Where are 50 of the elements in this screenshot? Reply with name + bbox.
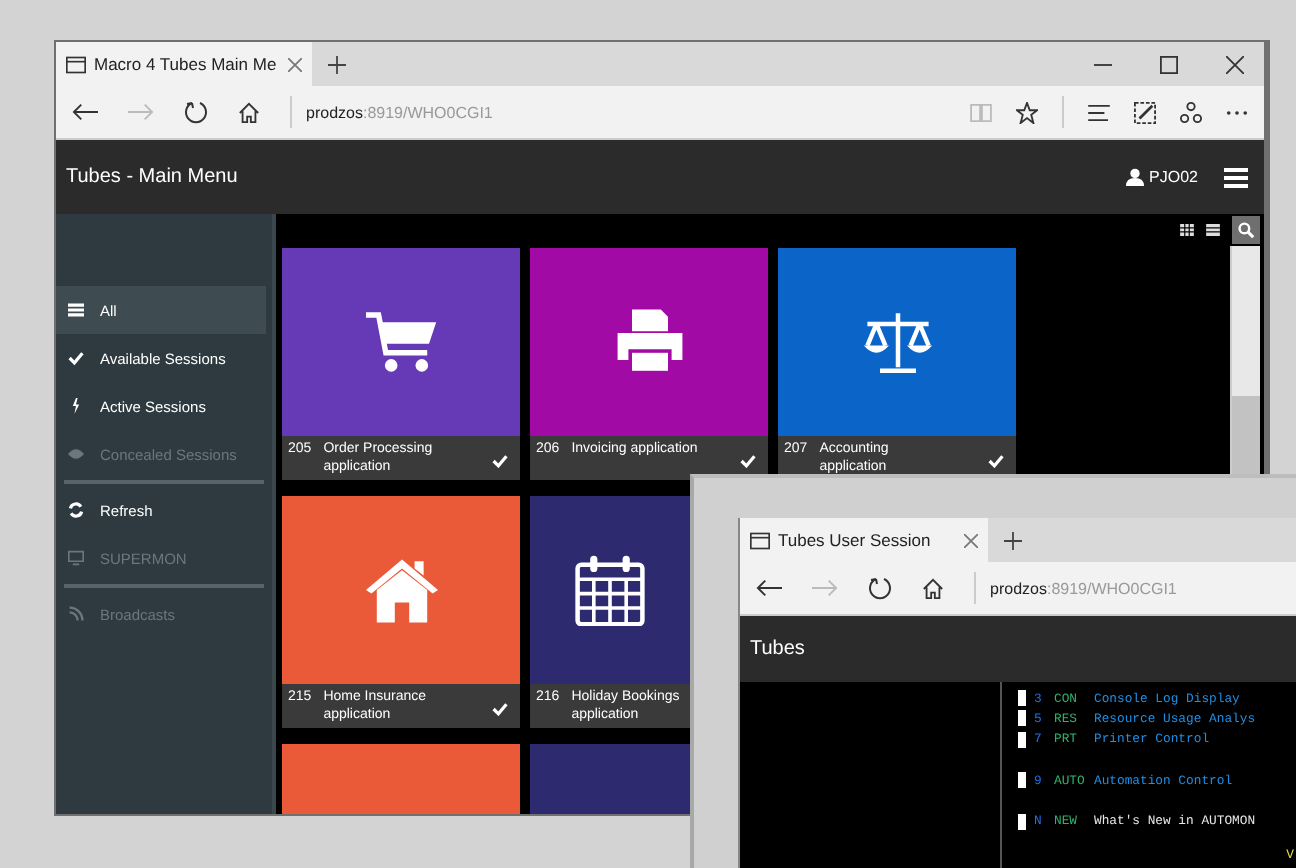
- pen-icon[interactable]: [1134, 101, 1156, 123]
- close-icon[interactable]: [1226, 55, 1244, 73]
- app-title: Tubes - Main Menu: [66, 166, 238, 188]
- star-icon[interactable]: [1016, 101, 1038, 123]
- tab-title: Tubes User Session: [778, 530, 933, 550]
- monitor-icon: [68, 550, 84, 566]
- hub-icon[interactable]: [1088, 103, 1110, 121]
- input-marker[interactable]: [1018, 731, 1026, 748]
- list-view-icon[interactable]: [1206, 224, 1220, 236]
- back-icon[interactable]: [72, 102, 98, 122]
- search-button[interactable]: [1232, 216, 1260, 244]
- app-title: Tubes: [750, 638, 805, 660]
- more-icon[interactable]: [1226, 109, 1248, 115]
- new-tab-icon[interactable]: [1004, 531, 1022, 549]
- refresh-icon: [68, 502, 84, 518]
- user-icon: [1125, 168, 1144, 186]
- feed-icon: [68, 606, 84, 622]
- calendar-icon: [574, 554, 646, 626]
- close-icon[interactable]: [964, 533, 978, 547]
- window-icon: [750, 531, 770, 549]
- address-field[interactable]: prodzos:8919/WHO0CGI1: [306, 103, 493, 121]
- share-icon[interactable]: [1180, 101, 1202, 123]
- refresh-icon[interactable]: [868, 576, 892, 600]
- check-icon: [68, 350, 84, 366]
- input-marker[interactable]: [1018, 772, 1026, 789]
- maximize-icon[interactable]: [1160, 55, 1178, 73]
- search-icon: [1238, 222, 1254, 238]
- window-icon: [66, 55, 86, 73]
- input-marker[interactable]: [1018, 813, 1026, 830]
- home-icon[interactable]: [238, 101, 260, 123]
- house-icon: [365, 554, 437, 626]
- home-icon[interactable]: [922, 577, 944, 599]
- browser-tab[interactable]: Macro 4 Tubes Main Me: [56, 42, 312, 86]
- input-marker[interactable]: [1018, 710, 1026, 727]
- close-icon[interactable]: [288, 57, 302, 71]
- bolt-icon: [68, 398, 84, 414]
- back-icon[interactable]: [756, 578, 782, 598]
- list-icon: [68, 302, 84, 318]
- browser-tab[interactable]: Tubes User Session: [740, 518, 988, 562]
- cart-icon: [365, 306, 437, 378]
- user-name[interactable]: PJO02: [1149, 168, 1198, 186]
- scrollbar[interactable]: [1230, 246, 1260, 474]
- grid-view-icon[interactable]: [1180, 224, 1194, 236]
- tab-title: Macro 4 Tubes Main Me: [94, 54, 279, 74]
- eye-icon: [68, 446, 84, 462]
- input-marker[interactable]: [1018, 690, 1026, 707]
- address-field[interactable]: prodzos:8919/WHO0CGI1: [990, 579, 1177, 597]
- refresh-icon[interactable]: [184, 100, 208, 124]
- new-tab-icon[interactable]: [328, 55, 346, 73]
- menu-icon[interactable]: [1224, 167, 1248, 187]
